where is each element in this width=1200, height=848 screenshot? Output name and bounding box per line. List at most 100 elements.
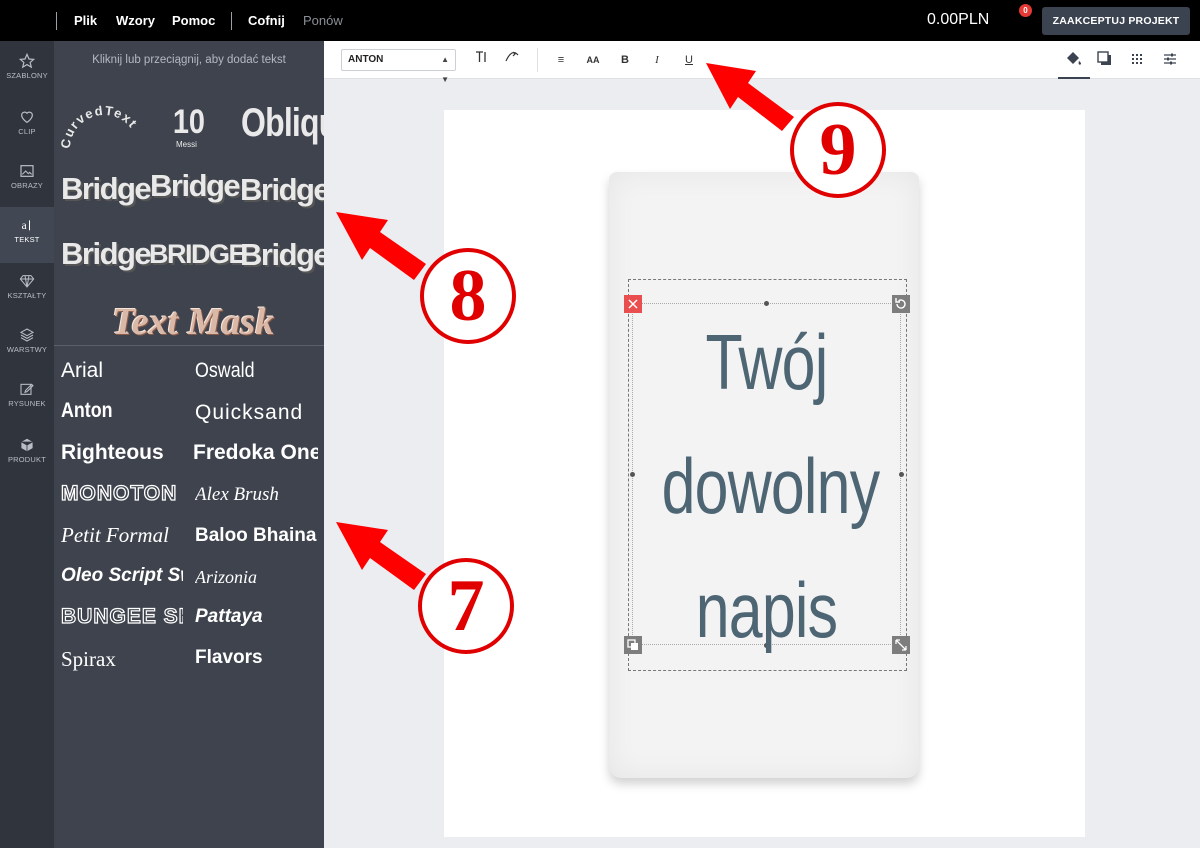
preset-number-sub: Messi — [176, 140, 197, 149]
price-display: 0.00PLN — [927, 11, 990, 28]
preset-bridge[interactable]: Bridge — [240, 237, 324, 273]
star-icon — [19, 53, 35, 69]
align-button[interactable]: ≡ — [550, 50, 572, 70]
annotation-arrow-8 — [336, 212, 426, 280]
left-rail: SZABLONY CLIP OBRAZY a TEKST KSZTAŁTY WA… — [0, 41, 54, 848]
font-family-select[interactable]: ANTON ▲ ▼ — [341, 49, 456, 84]
layers-icon — [19, 328, 35, 342]
redo-button[interactable]: Ponów — [303, 13, 343, 28]
rail-label: OBRAZY — [10, 181, 44, 190]
font-item-quicksand[interactable]: Quicksand — [195, 401, 303, 425]
font-item-anton[interactable]: Anton — [61, 399, 113, 423]
adjust-button[interactable] — [1161, 50, 1183, 70]
rotate-icon — [895, 298, 906, 309]
font-item-bungee-shade[interactable]: BUNGEE SHADE — [61, 605, 183, 629]
shadow-button[interactable] — [1096, 50, 1118, 70]
design-text[interactable]: Twój dowolny napis — [661, 300, 881, 672]
preset-bridge[interactable]: Bridge — [240, 172, 324, 208]
preset-text-mask[interactable]: Text Mask — [112, 300, 274, 344]
bold-button[interactable]: B — [614, 50, 636, 70]
pencil-icon — [20, 383, 34, 395]
design-text-line: napis — [695, 566, 838, 654]
svg-text:a: a — [22, 220, 27, 232]
panel-divider — [54, 345, 324, 346]
app: Plik Wzory Pomoc Cofnij Ponów 0.00PLN 0 … — [0, 0, 1200, 848]
font-item-arizonia[interactable]: Arizonia — [195, 567, 320, 588]
pattern-button[interactable] — [1128, 50, 1150, 70]
rail-label: RYSUNEK — [8, 399, 46, 408]
font-item-spirax[interactable]: Spirax — [61, 647, 183, 672]
preset-bridge[interactable]: Bridge — [61, 171, 152, 207]
preset-curved-text[interactable]: CurvedText — [60, 97, 146, 157]
font-item-petit-formal[interactable]: Petit Formal — [61, 523, 183, 548]
menu-help[interactable]: Pomoc — [172, 13, 215, 28]
annotation-number-9: 9 — [790, 102, 886, 198]
resize-dot[interactable] — [630, 472, 635, 477]
heart-icon — [21, 111, 33, 124]
font-item-pattaya[interactable]: Pattaya — [195, 606, 320, 628]
resize-dot[interactable] — [899, 472, 904, 477]
delete-handle[interactable] — [624, 295, 642, 313]
shadow-icon — [1097, 51, 1111, 65]
close-icon — [628, 299, 638, 309]
design-text-line: dowolny — [661, 442, 881, 530]
text-icon: a — [22, 220, 30, 232]
font-item-oswald[interactable]: Oswald — [195, 359, 255, 383]
sliders-icon — [1164, 53, 1176, 65]
accept-project-button[interactable]: ZAAKCEPTUJ PROJEKT — [1042, 7, 1190, 35]
font-item-monoton[interactable]: MONOTON — [61, 482, 183, 506]
paint-bucket-icon — [1067, 52, 1081, 65]
toolbar-separator — [537, 48, 538, 72]
preset-bridge[interactable]: Bridge — [61, 236, 152, 272]
font-item-fredoka-one[interactable]: Fredoka One — [193, 441, 318, 465]
rail-label: KSZTAŁTY — [7, 291, 47, 300]
rail-item-layers[interactable]: WARSTWY — [0, 317, 54, 373]
preset-number[interactable]: 10 — [173, 103, 205, 142]
rail-item-product[interactable]: PRODUKT — [0, 427, 54, 483]
rotate-handle[interactable] — [892, 295, 910, 313]
rail-item-shapes[interactable]: KSZTAŁTY — [0, 263, 54, 319]
underline-button[interactable]: U — [678, 50, 700, 70]
grid-dots-icon — [1132, 54, 1142, 64]
menu-file[interactable]: Plik — [74, 13, 97, 28]
resize-icon — [895, 639, 907, 651]
italic-button[interactable]: I — [646, 50, 668, 70]
diamond-icon — [19, 275, 35, 288]
menu-templates[interactable]: Wzory — [116, 13, 155, 28]
separator — [56, 12, 57, 30]
curve-icon — [505, 51, 519, 62]
font-item-alex-brush[interactable]: Alex Brush — [195, 484, 320, 506]
undo-button[interactable]: Cofnij — [248, 13, 285, 28]
font-size-button[interactable]: AA — [582, 50, 604, 70]
font-family-value: ANTON — [348, 54, 384, 65]
font-item-flavors[interactable]: Flavors — [195, 647, 320, 669]
font-item-baloo-bhaina[interactable]: Baloo Bhaina — [195, 525, 320, 547]
preset-curved-label: CurvedText — [60, 103, 139, 150]
fill-color-button[interactable] — [1064, 50, 1086, 70]
panel-hint: Kliknij lub przeciągnij, aby dodać tekst — [92, 54, 286, 66]
curve-text-button[interactable] — [501, 50, 523, 70]
cart-count-badge: 0 — [1019, 4, 1032, 17]
copy-icon — [627, 639, 638, 650]
active-tab-indicator — [1058, 77, 1090, 79]
font-item-righteous[interactable]: Righteous — [61, 441, 181, 465]
rail-item-images[interactable]: OBRAZY — [0, 153, 54, 209]
scale-handle[interactable] — [892, 636, 910, 654]
rail-item-clip[interactable]: CLIP — [0, 99, 54, 155]
rail-item-drawing[interactable]: RYSUNEK — [0, 371, 54, 427]
annotation-number-7: 7 — [418, 558, 514, 654]
font-item-arial[interactable]: Arial — [61, 359, 103, 383]
top-bar: Plik Wzory Pomoc Cofnij Ponów 0.00PLN 0 … — [0, 0, 1200, 41]
preset-oblique[interactable]: Oblique — [241, 101, 324, 146]
rail-item-text[interactable]: a TEKST — [0, 207, 54, 263]
preset-bridge[interactable]: Bridge — [150, 168, 241, 204]
duplicate-handle[interactable] — [624, 636, 642, 654]
separator — [231, 12, 232, 30]
preset-bridge[interactable]: BRIDGE — [149, 239, 247, 270]
font-item-oleo-script[interactable]: Oleo Script Swash — [61, 565, 183, 587]
text-size-button[interactable] — [470, 50, 492, 70]
rail-label: CLIP — [18, 127, 36, 136]
rail-item-templates[interactable]: SZABLONY — [0, 43, 54, 99]
rail-label: WARSTWY — [6, 345, 48, 354]
rail-label: TEKST — [14, 235, 40, 244]
